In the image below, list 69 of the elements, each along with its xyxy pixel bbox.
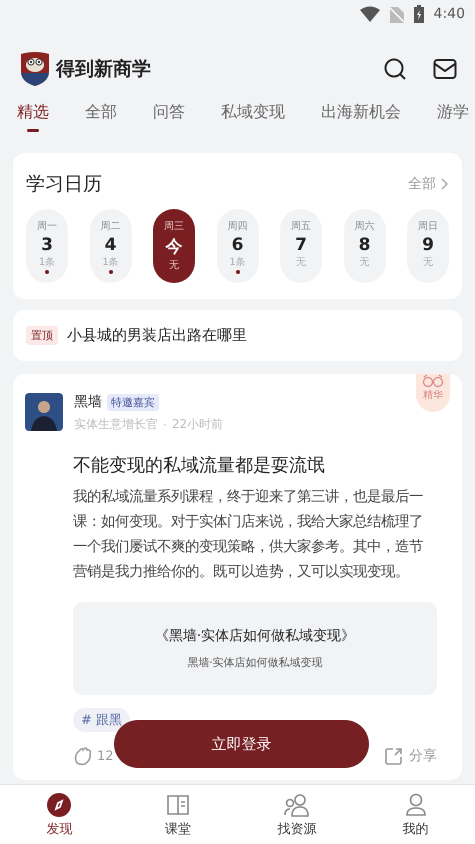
weekday-label: 周三 (164, 220, 184, 234)
date-number: 8 (358, 235, 370, 256)
count-label: 1条 (229, 256, 246, 270)
count-label: 1条 (38, 256, 56, 270)
count-label: 无 (296, 256, 306, 270)
author-name[interactable]: 黑墙 (74, 393, 102, 412)
meta-separator: · (163, 418, 167, 432)
course-title: 《黑墙·实体店如何做私域变现》 (154, 627, 356, 646)
wifi-icon (360, 6, 380, 22)
battery-icon (414, 4, 424, 23)
weekday-label: 周六 (354, 220, 374, 234)
day-pill[interactable]: 周六 8 无 (344, 209, 386, 284)
clap-icon[interactable] (73, 746, 93, 766)
guest-badge: 特邀嘉宾 (107, 394, 159, 411)
date-number: 7 (295, 235, 307, 256)
weekday-label: 周四 (228, 220, 248, 234)
date-number: 3 (41, 235, 53, 256)
course-card[interactable]: 《黑墙·实体店如何做私域变现》 黑墙·实体店如何做私域变现 (73, 602, 437, 696)
day-pill[interactable]: 周日 9 无 (407, 209, 449, 284)
nav-tab[interactable]: 课堂 (138, 785, 218, 844)
pinned-tag: 置顶 (26, 326, 58, 346)
mail-icon[interactable] (433, 58, 457, 80)
day-pill[interactable]: 周二 4 1条 (90, 209, 132, 284)
category-tab[interactable]: 游学 (437, 102, 469, 128)
no-sim-icon (390, 4, 404, 23)
nav-tab[interactable]: 发现 (19, 785, 100, 844)
topic-tag[interactable]: # 跟黑 (73, 708, 130, 732)
post-title: 不能变现的私域流量都是耍流氓 (73, 454, 326, 478)
date-number: 今 (166, 236, 182, 258)
like-count: 12 (97, 748, 114, 764)
compass-icon (47, 793, 72, 818)
count-label: 1条 (102, 256, 119, 270)
owl-shield-logo (20, 51, 50, 88)
post-time: 22小时前 (172, 416, 224, 434)
weekday-label: 周五 (291, 220, 311, 234)
essence-badge: 精华 (416, 374, 450, 412)
share-icon[interactable] (385, 747, 403, 766)
weekday-label: 周一 (37, 220, 57, 234)
count-label: 无 (423, 256, 433, 270)
date-number: 4 (104, 235, 116, 256)
day-pill[interactable]: 周三 今 无 (153, 209, 195, 284)
count-label: 无 (169, 259, 179, 272)
calendar-title: 学习日历 (26, 172, 102, 198)
category-tab[interactable]: 问答 (153, 102, 185, 128)
day-pill[interactable]: 周五 7 无 (280, 209, 322, 284)
date-number: 9 (422, 235, 434, 256)
status-time: 4:40 (434, 6, 465, 22)
book-icon (166, 793, 190, 818)
nav-tab[interactable]: 我的 (376, 785, 456, 844)
category-tab[interactable]: 全部 (85, 102, 117, 128)
search-icon[interactable] (383, 57, 407, 82)
category-tab[interactable]: 私域变现 (221, 102, 285, 128)
date-number: 6 (232, 235, 244, 256)
category-tab[interactable]: 出海新机会 (321, 102, 401, 128)
app-name: 得到新商学 (56, 57, 151, 82)
person-icon (404, 793, 427, 818)
day-pill[interactable]: 周一 3 1条 (26, 209, 68, 284)
people-icon (284, 793, 310, 818)
author-role: 实体生意增长官 (74, 416, 158, 434)
count-label: 无 (360, 256, 370, 270)
nav-tab[interactable]: 找资源 (256, 785, 337, 844)
chevron-right-icon (441, 178, 449, 190)
avatar[interactable] (25, 393, 63, 432)
weekday-label: 周二 (100, 220, 120, 234)
weekday-label: 周日 (418, 220, 438, 234)
pinned-title[interactable]: 小县城的男装店出路在哪里 (67, 326, 247, 346)
day-pill[interactable]: 周四 6 1条 (216, 209, 258, 284)
course-subtitle: 黑墙·实体店如何做私域变现 (187, 655, 323, 670)
post-body: 我的私域流量系列课程，终于迎来了第三讲，也是最后一课：如何变现。对于实体门店来说，我给大家总结梳理了一个我们屡试不爽的变现策略，供大家参考。其中，造节营销是我力推给你的。既可以造势，又可以实现变现。 (73, 488, 424, 582)
